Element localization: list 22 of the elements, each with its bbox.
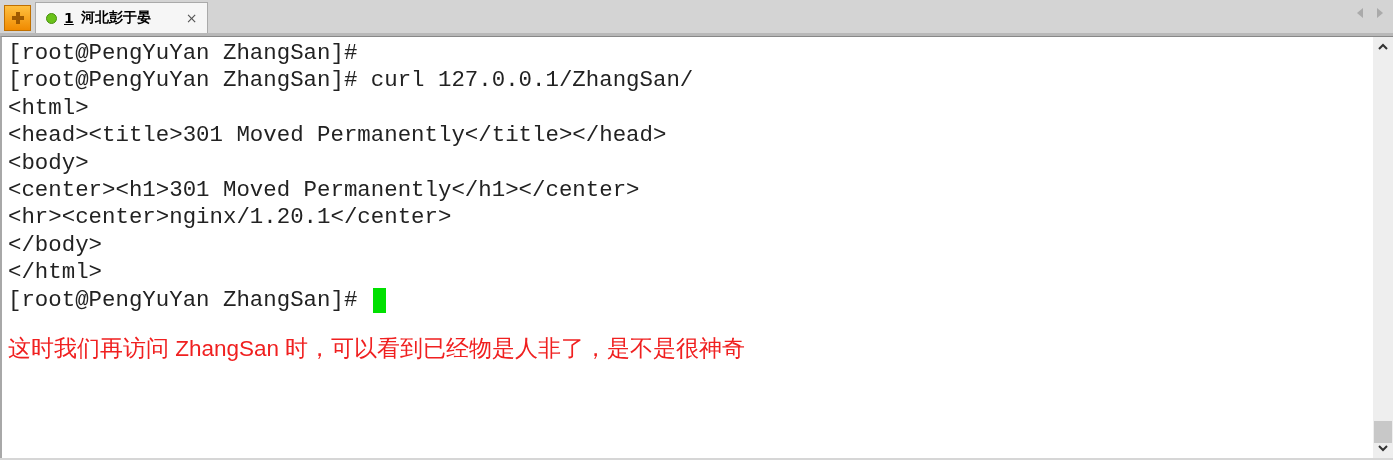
annotation-text: 这时我们再访问 ZhangSan 时，可以看到已经物是人非了，是不是很神奇 bbox=[8, 334, 746, 363]
status-dot-icon bbox=[46, 12, 57, 24]
terminal-line: <body> bbox=[8, 149, 89, 177]
terminal-prompt: [root@PengYuYan ZhangSan]# bbox=[8, 286, 358, 314]
terminal-line: </body> bbox=[8, 231, 103, 260]
terminal-line: <head><title>301 Moved Permanently</title></head> bbox=[8, 122, 667, 150]
terminal-line: <center><h1>301 Moved Permanently</h1></center> bbox=[8, 176, 640, 205]
cursor bbox=[373, 287, 387, 313]
plus-icon bbox=[10, 11, 25, 25]
terminal-line: <hr><center>nginx/1.20.1</center> bbox=[8, 204, 452, 232]
terminal-line: <html> bbox=[8, 94, 89, 123]
scroll-down-icon[interactable] bbox=[1378, 445, 1388, 452]
terminal-line: [root@PengYuYan ZhangSan]# curl 127.0.0.1/ZhangSan/ bbox=[8, 67, 694, 95]
terminal-line: </html> bbox=[8, 259, 103, 287]
terminal-tab[interactable]: 1 河北彭于晏 × bbox=[35, 2, 209, 33]
scrollbar-thumb[interactable] bbox=[1374, 421, 1392, 443]
tab-title: 河北彭于晏 bbox=[80, 9, 151, 27]
tab-number: 1 bbox=[64, 10, 74, 26]
scroll-up-icon[interactable] bbox=[1378, 43, 1388, 50]
terminal-line: [root@PengYuYan ZhangSan]# bbox=[8, 40, 358, 68]
new-tab-button[interactable] bbox=[4, 5, 31, 31]
close-tab-button[interactable]: × bbox=[157, 10, 198, 26]
